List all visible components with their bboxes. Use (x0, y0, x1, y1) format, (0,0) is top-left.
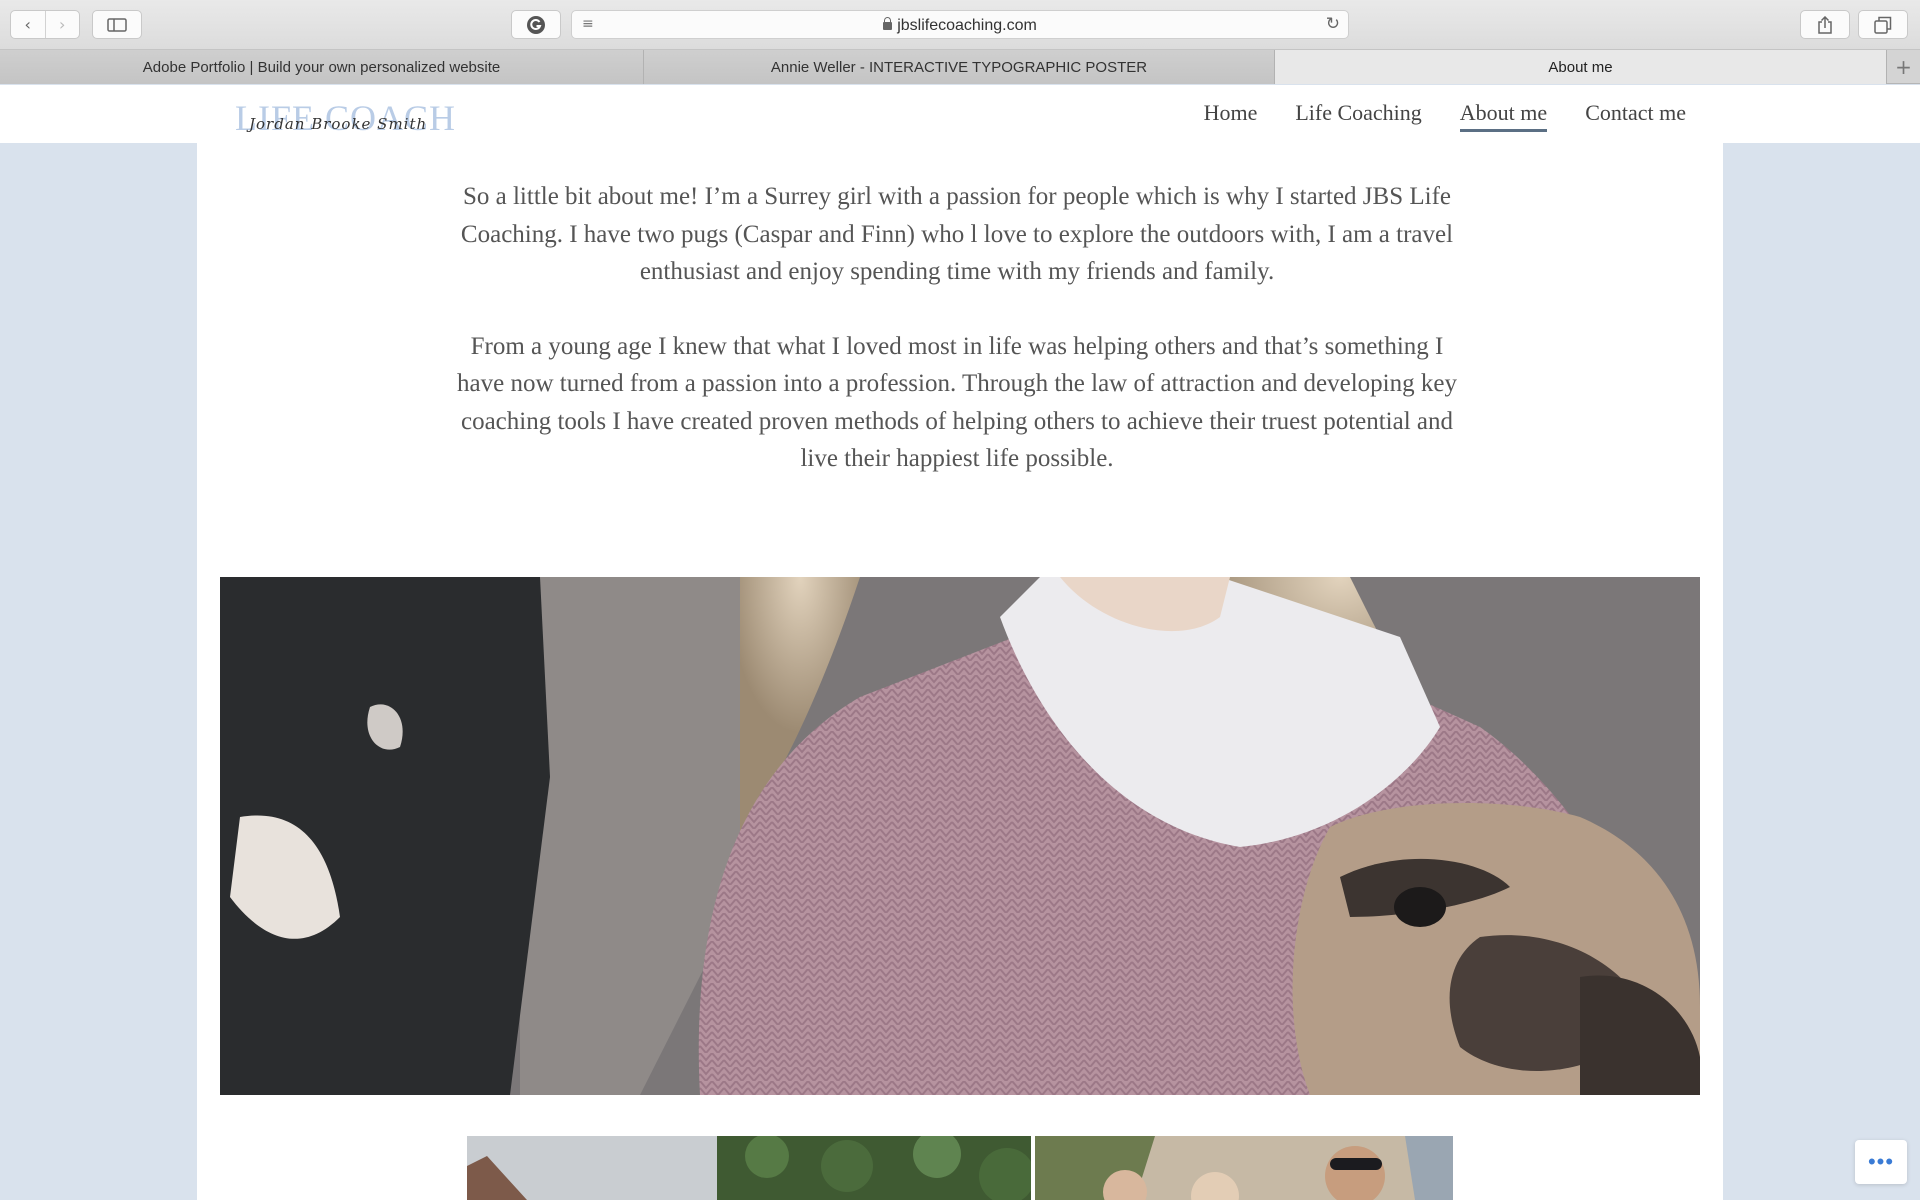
share-button[interactable] (1800, 10, 1850, 39)
forward-button[interactable]: › (46, 11, 80, 38)
grammarly-icon (527, 15, 545, 34)
more-options-button[interactable]: ••• (1855, 1140, 1907, 1184)
tab-annie-weller[interactable]: Annie Weller - INTERACTIVE TYPOGRAPHIC P… (644, 50, 1275, 84)
photo-woman-with-pugs (220, 577, 1700, 1095)
tabs-overview-icon (1874, 16, 1892, 34)
photo-family-group (1035, 1136, 1453, 1200)
share-icon (1818, 15, 1832, 34)
logo-signature: Jordan Brooke Smith (249, 115, 428, 133)
url-text: jbslifecoaching.com (897, 17, 1037, 34)
extension-button[interactable] (511, 10, 561, 39)
about-paragraph: So a little bit about me! I’m a Surrey g… (460, 183, 1454, 285)
plus-icon: + (1895, 54, 1912, 79)
nav-contact-me[interactable]: Contact me (1585, 100, 1686, 132)
site-header: LIFE COACH Jordan Brooke Smith Home Life… (0, 85, 1920, 143)
about-paragraph: From a young age I knew that what I love… (457, 332, 1457, 473)
site-logo[interactable]: LIFE COACH Jordan Brooke Smith (235, 97, 455, 138)
tab-label: Adobe Portfolio | Build your own persona… (142, 58, 501, 76)
tab-adobe-portfolio[interactable]: Adobe Portfolio | Build your own persona… (0, 50, 644, 84)
tab-bar: Adobe Portfolio | Build your own persona… (0, 50, 1920, 84)
new-tab-button[interactable]: + (1887, 50, 1920, 83)
photo-outdoor-scene (467, 1136, 1031, 1200)
tab-label: Annie Weller - INTERACTIVE TYPOGRAPHIC P… (770, 58, 1148, 76)
about-text: So a little bit about me! I’m a Surrey g… (457, 178, 1457, 478)
hero-photo (220, 577, 1700, 1095)
tab-label: About me (1548, 58, 1613, 76)
tabs-overview-button[interactable] (1858, 10, 1908, 39)
back-button[interactable]: ‹ (11, 11, 46, 38)
site-nav: Home Life Coaching About me Contact me (1204, 100, 1686, 132)
address-bar[interactable]: ≡ jbslifecoaching.com ↻ (571, 10, 1349, 39)
nav-life-coaching[interactable]: Life Coaching (1295, 100, 1421, 132)
outdoor-photo-graphic (467, 1136, 1031, 1200)
tab-about-me[interactable]: About me (1275, 50, 1887, 84)
sidebar-icon (107, 17, 127, 32)
lock-icon (883, 17, 893, 30)
reload-icon[interactable]: ↻ (1326, 14, 1340, 34)
nav-home[interactable]: Home (1204, 100, 1258, 132)
ellipsis-icon: ••• (1867, 1149, 1895, 1174)
page-content: So a little bit about me! I’m a Surrey g… (197, 143, 1723, 1200)
family-photo-graphic (1035, 1136, 1453, 1200)
url-display: jbslifecoaching.com (572, 17, 1348, 35)
history-buttons: ‹ › (10, 10, 80, 39)
browser-toolbar: ‹ › ≡ jbslifecoaching.com ↻ (0, 0, 1920, 50)
sidebar-button[interactable] (92, 10, 142, 39)
nav-about-me[interactable]: About me (1459, 100, 1548, 132)
